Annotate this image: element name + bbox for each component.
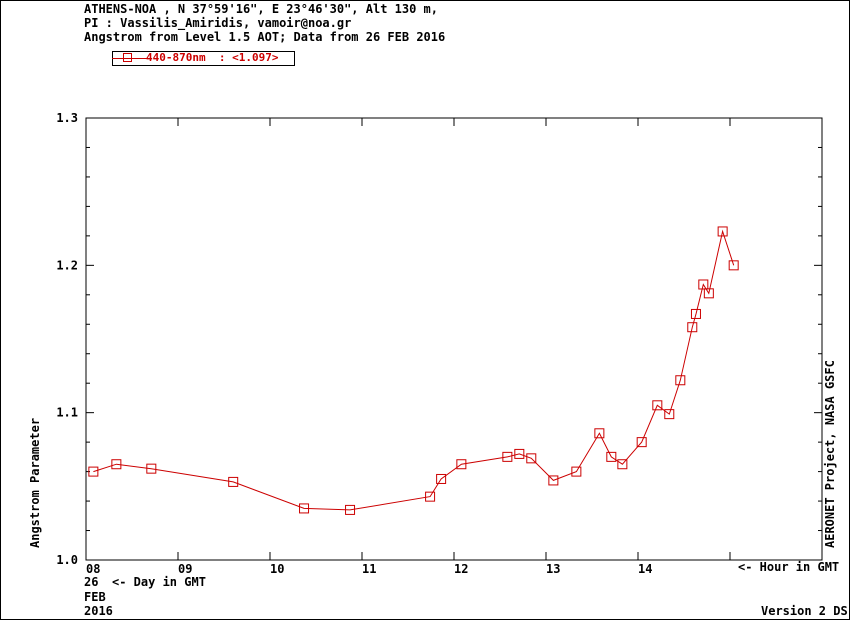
year-value: 2016 [84, 604, 113, 618]
y-tick-label: 1.3 [56, 111, 78, 125]
x-tick-label: 12 [454, 562, 468, 576]
data-point-marker [88, 466, 99, 477]
side-credit-label: AERONET Project, NASA GSFC [823, 360, 837, 548]
version-label: Version 2 DS [761, 604, 848, 618]
x-tick-label: 08 [86, 562, 100, 576]
month-value: FEB [84, 590, 106, 604]
day-hint: <- Day in GMT [112, 575, 206, 589]
x-tick-label: 13 [546, 562, 560, 576]
x-tick-label: 14 [638, 562, 652, 576]
x-tick-label: 11 [362, 562, 376, 576]
day-value: 26 [84, 575, 99, 589]
x-tick-label: 10 [270, 562, 284, 576]
plot-area [85, 117, 823, 561]
y-tick-label: 1.1 [56, 406, 78, 420]
data-point-marker [728, 260, 739, 271]
series-line [93, 229, 735, 511]
y-axis-label: Angstrom Parameter [28, 418, 42, 548]
chart-plot: 1.0 1.1 1.2 1.3 08 09 10 11 12 13 14 Angstrom Par… [28, 111, 837, 576]
y-tick-label: 1.0 [56, 553, 78, 567]
hour-hint: <- Hour in GMT [738, 560, 840, 574]
x-tick-label: 09 [178, 562, 192, 576]
y-tick-label: 1.2 [56, 258, 78, 272]
